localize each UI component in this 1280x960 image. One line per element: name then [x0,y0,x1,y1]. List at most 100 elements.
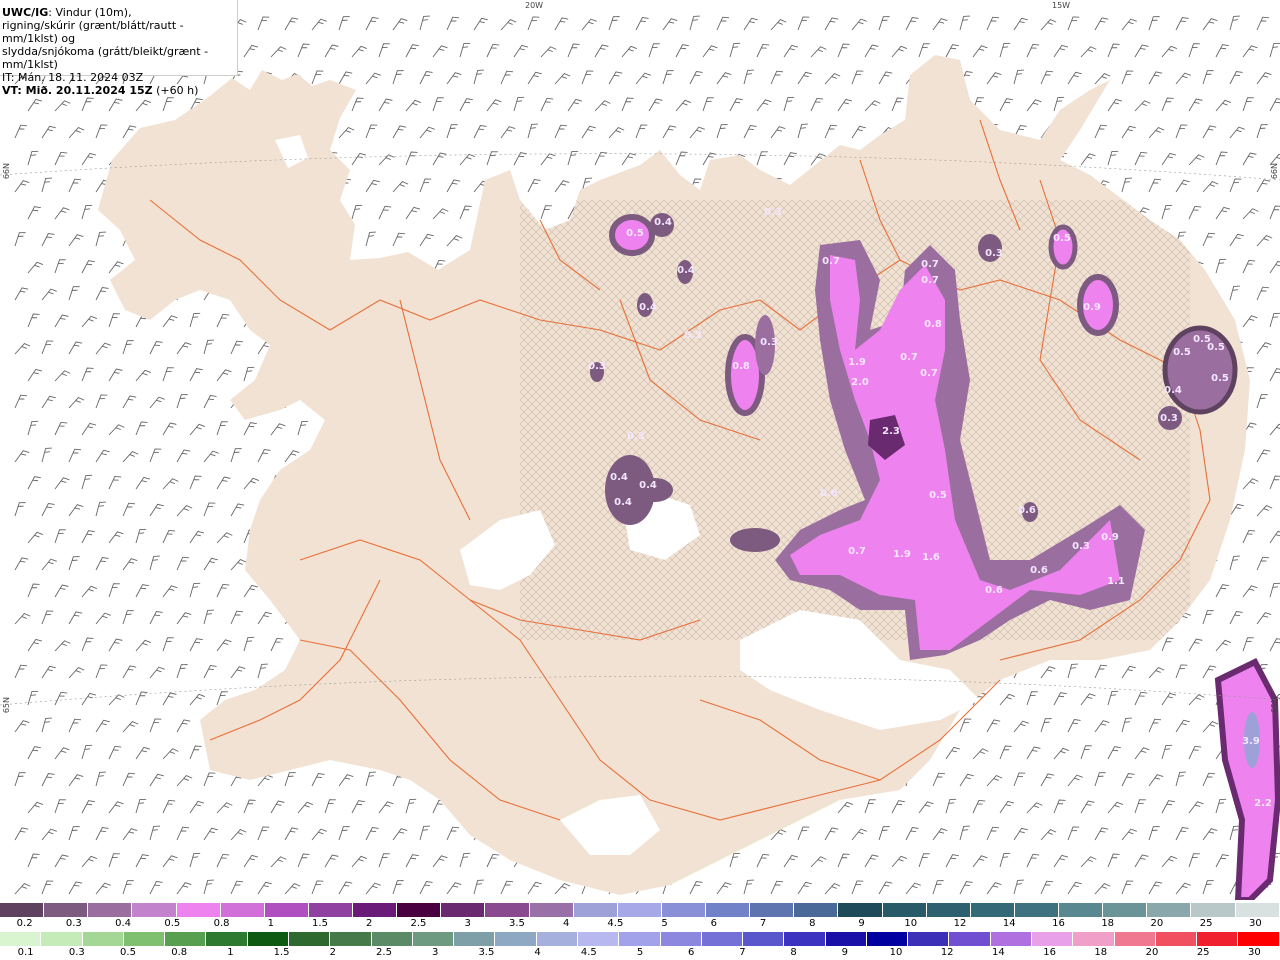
legend-swatch [866,932,909,946]
snow-legend-ticks: 0.2 0.3 0.4 0.5 0.8 1 1.5 2 2.5 3 3.5 4 4.5 5 6 7 8 9 10 12… [0,918,1280,930]
legend-swatch [288,932,331,946]
lon-label-15w: 15W [1052,1,1071,10]
precip-value-label: 0.3 [760,337,778,348]
legend-tick-label: 20 [1150,918,1164,929]
legend-tick-label: 0.4 [115,918,132,929]
precip-value-label: 1.1 [1107,576,1125,587]
legend-swatch [1014,903,1059,917]
legend-swatch [371,932,413,946]
legend-tick-label: 0.8 [213,918,230,929]
precip-value-label: 0.6 [820,488,838,499]
legend-swatch [330,932,372,946]
precip-value-label: 0.8 [732,361,750,372]
legend-swatch [82,932,124,946]
precip-value-label: 0.7 [848,546,866,557]
legend-swatch [838,903,883,917]
legend-swatch [412,932,455,946]
legend-tick-label: 4 [534,947,541,958]
legend-tick-label: 25 [1199,918,1213,929]
precip-value-label: 0.7 [920,368,938,379]
legend-tick-label: 18 [1094,947,1108,958]
legend-swatch [536,932,578,946]
precip-value-label: 0.4 [1164,385,1182,396]
legend-tick-label: 16 [1052,918,1065,929]
legend-swatch [264,903,309,917]
legend-swatch [41,932,83,946]
legend-tick-label: 9 [858,918,865,929]
legend-swatch [706,903,751,917]
precip-value-label: 2.2 [1254,798,1272,809]
precip-value-label: 0.6 [985,585,1003,596]
legend-swatch [353,903,398,917]
legend-tick-label: 3.5 [508,918,525,929]
legend-tick-label: 4 [562,918,570,929]
valid-time: VT: Mið. 20.11.2024 15Z [2,84,153,97]
legend-tick-label: 7 [759,918,767,929]
legend-swatch [397,903,442,917]
legend-tick-label: 0.3 [68,947,85,958]
legend-tick-label: 0.8 [171,947,188,958]
legend-swatch [0,903,45,917]
precip-value-label: 0.5 [626,228,644,239]
legend-tick-label: 1 [227,947,234,958]
legend-tick-label: 2.5 [376,947,392,958]
legend-tick-label: 7 [739,947,746,958]
lat-label-65n-left: 65N [2,697,11,714]
legend-tick-label: 10 [889,947,903,958]
legend-tick-label: 12 [953,918,967,929]
legend-swatch [1059,903,1104,917]
legend-swatch [926,903,971,917]
legend-swatch [165,932,207,946]
legend-swatch [882,903,927,917]
precip-value-label: 0.6 [1030,565,1048,576]
legend-tick-label: 8 [790,947,797,958]
legend-swatch [908,932,950,946]
precip-value-label: 0.7 [921,259,939,270]
legend-tick-label: 5 [661,918,668,929]
legend-tick-label: 16 [1043,947,1056,958]
legend-swatch [529,903,574,917]
precip-value-label: 0.4 [639,302,657,313]
legend-tick-label: 0.2 [16,918,33,929]
legend-tick-label: 18 [1101,918,1115,929]
legend-swatch [825,932,867,946]
precip-value-label: 0.3 [1072,541,1090,552]
legend-tick-label: 0.1 [17,947,34,958]
legend-swatch [750,903,795,917]
legend-swatch [44,903,89,917]
legend-swatch [661,903,706,917]
legend-tick-label: 12 [940,947,954,958]
header-line4: IT: Mán. 18. 11. 2024 03Z [2,71,144,84]
legend-tick-label: 3 [464,918,471,929]
legend-swatch [970,903,1015,917]
legend-swatch [1114,932,1156,946]
legend-tick-label: 25 [1196,947,1210,958]
legend-tick-label: 3.5 [478,947,495,958]
precip-value-label: 0.9 [1083,302,1101,313]
legend-tick-label: 1.5 [273,947,290,958]
precip-value-label: 0.7 [921,275,939,286]
legend-swatch [743,932,785,946]
legend-swatch [485,903,530,917]
legend-tick-label: 1.5 [312,918,328,929]
legend-tick-label: 14 [1002,918,1016,929]
precip-value-label: 0.5 [929,490,947,501]
legend-tick-label: 1 [267,918,274,929]
header-line2: rigning/skúrir (grænt/blátt/rautt - mm/1… [2,19,184,45]
header-line3: slydda/snjókoma (grátt/bleikt/grænt - mm… [2,45,209,71]
legend-swatch [794,903,839,917]
precip-value-label: 1.9 [848,357,866,368]
precip-value-label: 0.3 [627,431,645,442]
precip-value-label: 0.4 [610,472,628,483]
legend-tick-label: 30 [1249,918,1262,929]
precip-value-label: 0.6 [1018,505,1036,516]
precip-cell-11 [730,528,780,552]
precip-value-label: 0.3 [1160,413,1178,424]
precip-value-label: 0.3 [985,248,1003,259]
precip-value-label: 0.8 [924,319,942,330]
legend-tick-label: 20 [1145,947,1159,958]
legend-tick-label: 0.3 [65,918,82,929]
legend-swatch [1238,932,1280,946]
legend-swatch [247,932,289,946]
legend-tick-label: 2 [366,918,373,929]
